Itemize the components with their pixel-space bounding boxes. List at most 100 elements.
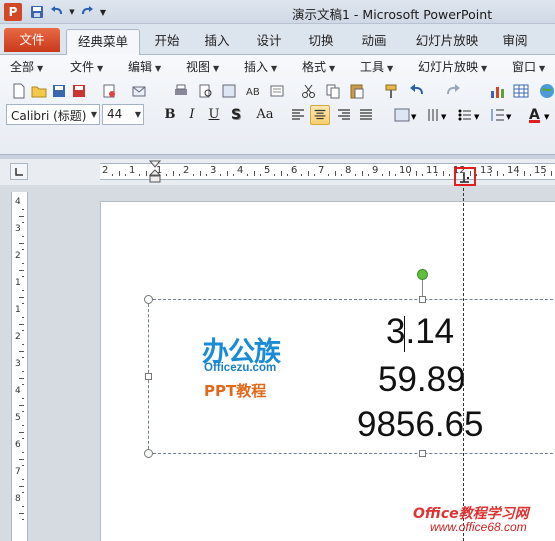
ruler-tick [19, 512, 24, 514]
ruler-tick [327, 174, 329, 176]
bold-button[interactable]: B [160, 105, 180, 125]
resize-handle-bottom[interactable] [419, 450, 426, 457]
tab-animations[interactable]: 动画 [352, 29, 396, 55]
ruler-tick [22, 424, 24, 426]
rotation-handle[interactable] [417, 269, 428, 280]
ruler-tick [233, 174, 235, 176]
text-line-2[interactable]: 59.89 [378, 360, 466, 400]
tab-design[interactable]: 设计 [248, 29, 290, 55]
tab-review[interactable]: 审阅 [494, 29, 536, 55]
powerpoint-app-icon[interactable]: P [4, 3, 22, 21]
cut-icon[interactable] [300, 82, 318, 100]
resize-handle-top[interactable] [419, 296, 426, 303]
undo-icon[interactable] [48, 3, 66, 21]
print-icon[interactable] [172, 82, 190, 100]
ruler-tick [530, 174, 532, 176]
columns-icon[interactable]: ▼ [392, 105, 418, 125]
ruler-tick [138, 174, 140, 176]
menu-view[interactable]: 视图 ▼ [186, 58, 219, 75]
globe-icon[interactable] [538, 82, 555, 100]
bullets-icon[interactable]: ▼ [456, 105, 482, 125]
insert-chart-icon[interactable] [488, 82, 506, 100]
customize-qat-icon[interactable]: ▼ [98, 3, 108, 21]
open-folder-icon[interactable] [30, 82, 48, 100]
research-icon[interactable]: AB [244, 82, 262, 100]
menu-tools[interactable]: 工具 ▼ [360, 58, 393, 75]
ruler-tick [22, 451, 24, 453]
ruler-tick [22, 438, 24, 440]
ruler-label: 13 [480, 165, 493, 176]
ruler-tick [273, 174, 275, 176]
resize-handle-left[interactable] [145, 373, 152, 380]
text-placeholder[interactable] [148, 299, 555, 454]
ruler-tick [422, 174, 424, 176]
text-direction-icon[interactable]: ▼ [424, 105, 450, 125]
font-name-combo[interactable]: Calibri (标题) ▼ [6, 104, 100, 125]
text-line-3[interactable]: 9856.65 [357, 405, 484, 445]
tab-transitions[interactable]: 切换 [300, 29, 342, 55]
menu-edit[interactable]: 编辑 ▼ [128, 58, 161, 75]
menu-slideshow[interactable]: 幻灯片放映 ▼ [418, 58, 487, 75]
ruler-label: 3 [210, 165, 217, 176]
ruler-label: 7 [15, 467, 21, 477]
indent-marker-icon[interactable] [149, 160, 161, 184]
ribbon-body: 全部 ▼ 文件 ▼ 编辑 ▼ 视图 ▼ 插入 ▼ 格式 ▼ 工具 ▼ 幻灯片放映 ▼ 窗口 ▼ A… [0, 55, 555, 155]
font-color-icon[interactable]: A ▼ [526, 105, 554, 125]
new-document-icon[interactable] [10, 82, 28, 100]
save-icon[interactable] [28, 3, 46, 21]
italic-button[interactable]: I [182, 105, 202, 125]
resize-handle-bottom-left[interactable] [144, 449, 153, 458]
tab-slideshow[interactable]: 幻灯片放映 [404, 29, 490, 55]
tab-classic-menu[interactable]: 经典菜单 [66, 29, 140, 56]
tab-selector[interactable] [10, 163, 28, 180]
underline-button[interactable]: U [204, 105, 224, 125]
undo-icon[interactable] [408, 82, 426, 100]
format-painter-icon[interactable] [382, 82, 400, 100]
line-spacing-icon[interactable]: ▼ [488, 105, 514, 125]
ruler-tick [314, 174, 316, 176]
text-line-1[interactable]: 3.14 [386, 312, 454, 352]
ruler-tick [287, 174, 289, 176]
insert-table-icon[interactable] [512, 82, 530, 100]
ruler-tick [22, 505, 24, 507]
change-case-button[interactable]: Aa [252, 105, 278, 125]
ruler-tick [179, 174, 181, 176]
align-right-icon[interactable] [334, 105, 354, 125]
rotation-connector [422, 280, 423, 296]
spelling-icon[interactable] [220, 82, 238, 100]
ruler-tick [165, 174, 167, 176]
horizontal-ruler[interactable]: 2 1 1 2 3 4 5 6 7 8 9 10 11 12 13 14 15 [100, 163, 555, 180]
save-icon[interactable] [50, 82, 68, 100]
redo-icon[interactable] [78, 3, 96, 21]
undo-dropdown-icon[interactable]: ▼ [68, 3, 76, 21]
email-icon[interactable] [130, 82, 148, 100]
paste-icon[interactable] [348, 82, 366, 100]
ruler-tick [22, 208, 24, 210]
align-left-icon[interactable] [288, 105, 308, 125]
ruler-label: 7 [318, 165, 325, 176]
save-as-icon[interactable] [70, 82, 88, 100]
tab-file[interactable]: 文件 [4, 28, 60, 52]
justify-icon[interactable] [356, 105, 376, 125]
menu-window[interactable]: 窗口 ▼ [512, 58, 545, 75]
resize-handle-top-left[interactable] [144, 295, 153, 304]
ruler-tick [388, 171, 390, 176]
font-size-combo[interactable]: 44 ▼ [102, 104, 144, 125]
tab-home[interactable]: 开始 [146, 29, 188, 55]
shadow-icon[interactable]: SS [228, 105, 248, 125]
print-preview-icon[interactable] [196, 82, 214, 100]
menu-all[interactable]: 全部 ▼ [10, 58, 43, 75]
menu-format[interactable]: 格式 ▼ [302, 58, 335, 75]
decimal-tab-stop-icon[interactable] [456, 169, 474, 184]
copy-icon[interactable] [324, 82, 342, 100]
translate-icon[interactable] [268, 82, 286, 100]
menu-insert[interactable]: 插入 ▼ [244, 58, 277, 75]
svg-text:▼: ▼ [474, 113, 480, 121]
vertical-ruler[interactable]: 4 3 2 1 1 2 3 4 5 6 7 8 [11, 192, 28, 541]
ruler-tick [543, 174, 545, 176]
tab-insert[interactable]: 插入 [196, 29, 238, 55]
menu-file[interactable]: 文件 ▼ [70, 58, 103, 75]
redo-icon[interactable] [444, 82, 462, 100]
align-center-icon[interactable] [310, 105, 330, 125]
permission-icon[interactable] [100, 82, 118, 100]
